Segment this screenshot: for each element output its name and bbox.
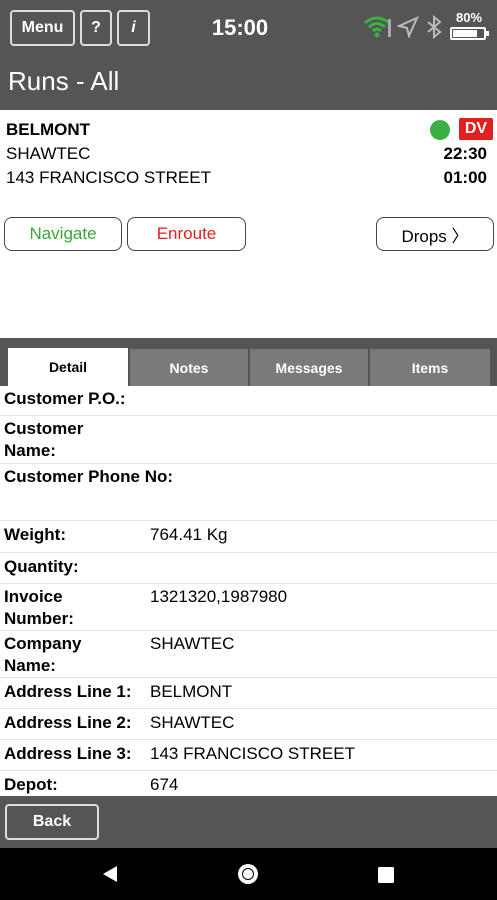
run-address: 143 FRANCISCO STREET: [6, 168, 211, 187]
detail-value: 674: [150, 775, 179, 794]
battery-fill: [453, 30, 477, 37]
system-nav-bar: [0, 848, 497, 900]
battery-icon: 80%: [449, 10, 489, 42]
location-arrow-icon: [397, 16, 419, 38]
run-time-1: 22:30: [443, 144, 487, 163]
battery-nub: [486, 31, 489, 36]
tab-notes[interactable]: Notes: [130, 349, 248, 386]
top-header: Menu ? i 15:00 80% Runs - All: [0, 0, 497, 110]
navigate-button[interactable]: Navigate: [4, 217, 122, 251]
detail-row: Customer P.O.:: [0, 386, 497, 416]
wifi-icon: [363, 15, 391, 39]
page-title: Runs - All: [8, 66, 120, 96]
detail-label: Customer Phone No:: [4, 467, 174, 486]
back-button[interactable]: Back: [5, 804, 99, 840]
detail-value: SHAWTEC: [150, 713, 235, 732]
info-button[interactable]: i: [117, 10, 150, 46]
nav-recent-icon[interactable]: [377, 866, 395, 889]
tab-messages[interactable]: Messages: [250, 349, 368, 386]
clock: 15:00: [211, 15, 269, 40]
detail-row: Quantity:: [0, 553, 497, 584]
detail-row: Address Line 1: BELMONT: [0, 678, 497, 709]
detail-value: 143 FRANCISCO STREET: [150, 744, 355, 763]
run-company: SHAWTEC: [6, 144, 91, 163]
bluetooth-icon: [425, 15, 443, 39]
detail-label: Customer Name:: [4, 419, 84, 460]
detail-row: Customer Phone No:: [0, 464, 497, 521]
detail-label: Depot:: [4, 775, 58, 794]
detail-label: Company Name:: [4, 634, 82, 675]
battery-body: [450, 27, 486, 40]
detail-label: Quantity:: [4, 557, 79, 576]
detail-row: Depot: 674: [0, 771, 497, 796]
detail-value: 1321320,1987980: [150, 587, 288, 606]
detail-row: Address Line 2: SHAWTEC: [0, 709, 497, 740]
nav-home-icon[interactable]: [237, 863, 259, 890]
detail-label: Invoice Number:: [4, 587, 74, 628]
detail-row: Company Name: SHAWTEC: [0, 631, 497, 678]
run-time-2: 01:00: [443, 168, 487, 187]
status-icons: 80%: [363, 10, 489, 42]
enroute-button[interactable]: Enroute: [127, 217, 246, 251]
run-card[interactable]: BELMONT SHAWTEC 143 FRANCISCO STREET DV …: [0, 110, 497, 338]
menu-button[interactable]: Menu: [10, 10, 75, 46]
tab-bar: Detail Notes Messages Items: [0, 338, 497, 386]
detail-label: Customer P.O.:: [4, 389, 126, 408]
run-customer-name: BELMONT: [6, 120, 91, 139]
detail-row: Weight: 764.41 Kg: [0, 521, 497, 553]
tab-items[interactable]: Items: [370, 349, 490, 386]
battery-percent: 80%: [455, 10, 483, 25]
detail-value: BELMONT: [150, 682, 233, 701]
detail-row: Invoice Number: 1321320,1987980: [0, 584, 497, 631]
detail-label: Address Line 2:: [4, 713, 132, 732]
detail-label: Address Line 1:: [4, 682, 132, 701]
detail-value: SHAWTEC: [150, 634, 235, 653]
drops-button[interactable]: Drops 〉: [376, 217, 494, 251]
status-dot: [430, 120, 450, 140]
detail-list[interactable]: Customer P.O.: Customer Name: Customer P…: [0, 386, 497, 796]
detail-value: 764.41 Kg: [150, 525, 228, 544]
bottom-bar: Back: [0, 796, 497, 848]
detail-label: Address Line 3:: [4, 744, 132, 763]
detail-row: Customer Name:: [0, 416, 497, 464]
detail-row: Address Line 3: 143 FRANCISCO STREET: [0, 740, 497, 771]
status-badge: DV: [459, 118, 493, 140]
detail-label: Weight:: [4, 525, 67, 544]
tab-detail[interactable]: Detail: [8, 348, 128, 386]
help-button[interactable]: ?: [80, 10, 112, 46]
nav-back-icon[interactable]: [100, 864, 120, 889]
